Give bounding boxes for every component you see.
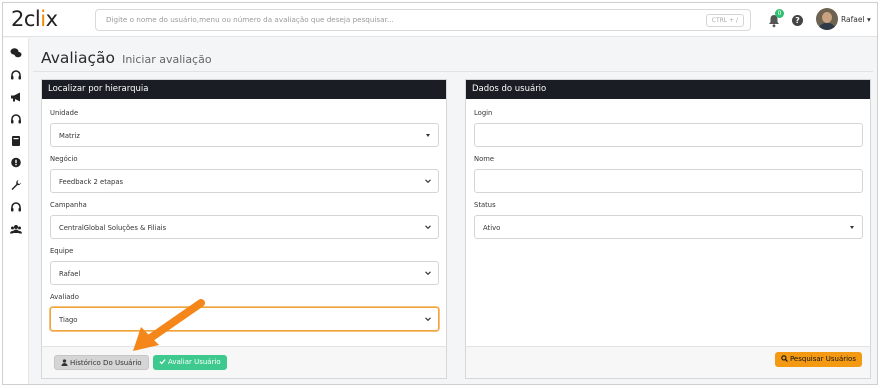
headset-icon — [11, 70, 21, 80]
chevron-down-icon — [425, 317, 431, 322]
login-label: Login — [474, 109, 493, 117]
help-button[interactable]: ? — [792, 15, 803, 26]
caret-down-icon — [850, 226, 854, 229]
status-label: Status — [474, 201, 496, 209]
user-data-card-footer: Pesquisar Usuários — [466, 346, 870, 378]
users-icon — [10, 225, 22, 234]
sidebar-item-headset-2[interactable] — [10, 113, 22, 125]
notifications-button[interactable]: 0 — [768, 9, 784, 29]
chat-icon — [10, 48, 22, 58]
user-history-label: Histórico Do Usuário — [70, 359, 142, 367]
sidebar — [3, 38, 29, 384]
user-menu-toggle[interactable]: Rafael ▾ — [841, 15, 871, 24]
sidebar-item-tools[interactable] — [10, 179, 22, 191]
page-title: Avaliação — [41, 49, 115, 67]
business-select[interactable]: Feedback 2 etapas — [50, 169, 439, 193]
user-history-button[interactable]: Histórico Do Usuário — [54, 355, 149, 370]
sidebar-item-chat[interactable] — [10, 47, 22, 59]
campaign-label: Campanha — [50, 201, 87, 209]
avatar-face — [822, 12, 832, 23]
wrench-icon — [11, 180, 21, 190]
avatar-body — [818, 23, 836, 30]
comment-alert-icon — [11, 157, 21, 168]
team-label: Equipe — [50, 247, 74, 255]
name-input[interactable] — [474, 169, 863, 193]
campaign-select[interactable]: CentralGlobal Soluções & Filiais — [50, 215, 439, 239]
sidebar-item-headset-1[interactable] — [10, 69, 22, 81]
evaluate-user-button[interactable]: Avaliar Usuário — [153, 355, 227, 370]
sidebar-item-feedback[interactable] — [10, 157, 22, 169]
campaign-value: CentralGlobal Soluções & Filiais — [59, 224, 167, 232]
user-data-card-header: Dados do usuário — [466, 80, 870, 99]
sidebar-item-book[interactable] — [10, 135, 22, 147]
page-heading: Avaliação Iniciar avaliação — [41, 48, 212, 67]
search-shortcut-hint: CTRL + / — [705, 14, 744, 27]
logo[interactable]: 2clix — [11, 7, 58, 31]
app-window: 2clix Digite o nome do usuário,menu ou n… — [2, 2, 878, 385]
book-icon — [12, 136, 20, 146]
megaphone-icon — [11, 92, 20, 102]
status-select[interactable]: Ativo — [474, 215, 863, 239]
check-icon — [159, 359, 166, 365]
headset-icon — [11, 114, 21, 124]
heading-divider — [33, 71, 873, 72]
page-subtitle: Iniciar avaliação — [122, 53, 212, 66]
annotation-arrow-icon — [133, 299, 205, 351]
unit-value: Matriz — [59, 132, 80, 140]
avatar[interactable] — [816, 8, 838, 30]
search-icon — [781, 355, 788, 362]
evaluate-user-label: Avaliar Usuário — [168, 358, 221, 366]
name-label: Nome — [474, 155, 495, 163]
team-select[interactable]: Rafael — [50, 261, 439, 285]
search-placeholder: Digite o nome do usuário,menu ou número … — [106, 15, 394, 24]
business-value: Feedback 2 etapas — [59, 178, 124, 186]
top-bar: 2clix Digite o nome do usuário,menu ou n… — [3, 3, 877, 37]
notification-badge: 0 — [775, 9, 784, 18]
caret-down-icon — [426, 134, 430, 137]
user-data-card: Dados do usuário Login Nome Status Ativo… — [465, 79, 871, 379]
sidebar-item-users[interactable] — [10, 223, 22, 235]
hierarchy-card-footer: Histórico Do Usuário Avaliar Usuário — [42, 346, 446, 378]
search-input[interactable]: Digite o nome do usuário,menu ou número … — [95, 9, 751, 31]
evaluated-value: Tiago — [59, 316, 78, 324]
search-users-label: Pesquisar Usuários — [789, 355, 856, 363]
hierarchy-card: Localizar por hierarquia Unidade Matriz … — [41, 79, 447, 379]
hierarchy-card-header: Localizar por hierarquia — [42, 80, 446, 99]
login-input[interactable] — [474, 123, 863, 147]
business-label: Negócio — [50, 155, 78, 163]
team-value: Rafael — [59, 270, 81, 278]
evaluated-label: Avaliado — [50, 293, 79, 301]
evaluated-select[interactable]: Tiago — [50, 307, 439, 331]
sidebar-item-headset-3[interactable] — [10, 201, 22, 213]
status-value: Ativo — [483, 224, 501, 232]
search-users-button[interactable]: Pesquisar Usuários — [774, 352, 862, 367]
sidebar-item-campaigns[interactable] — [10, 91, 22, 103]
unit-select[interactable]: Matriz — [50, 123, 439, 147]
chevron-down-icon — [425, 225, 431, 230]
headset-icon — [11, 202, 21, 212]
chevron-down-icon — [425, 179, 431, 184]
user-icon — [61, 359, 68, 366]
chevron-down-icon — [425, 271, 431, 276]
unit-label: Unidade — [50, 109, 79, 117]
